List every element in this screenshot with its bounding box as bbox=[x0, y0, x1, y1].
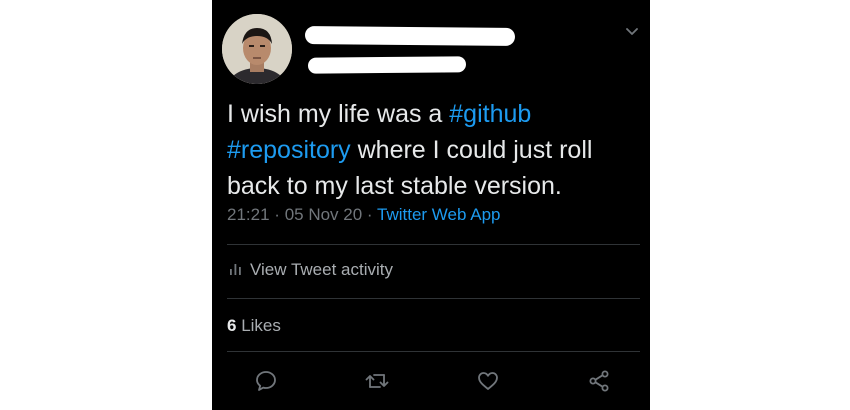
chevron-down-icon[interactable] bbox=[624, 24, 640, 40]
tweet-source-link[interactable]: Twitter Web App bbox=[377, 205, 500, 224]
activity-label: View Tweet activity bbox=[250, 260, 393, 279]
meta-separator: · bbox=[366, 205, 373, 224]
tweet-text-line-3: back to my last stable version. bbox=[227, 168, 637, 204]
tweet-text-segment: where I could just roll bbox=[350, 136, 593, 164]
divider bbox=[227, 298, 640, 299]
tweet-text: I wish my life was a #github #repository… bbox=[227, 96, 637, 204]
bar-chart-icon bbox=[229, 260, 242, 280]
heart-icon bbox=[476, 369, 500, 398]
tweet-text-segment: back to my last stable version. bbox=[227, 172, 562, 200]
redacted-display-name bbox=[304, 26, 516, 46]
retweet-button[interactable] bbox=[363, 369, 391, 397]
retweet-icon bbox=[364, 369, 390, 398]
reply-icon bbox=[254, 369, 278, 398]
tweet-meta: 21:21 · 05 Nov 20 · Twitter Web App bbox=[227, 205, 500, 225]
divider bbox=[227, 244, 640, 245]
like-button[interactable] bbox=[474, 369, 502, 397]
tweet-text-line-2: #repository where I could just roll bbox=[227, 132, 637, 168]
reply-button[interactable] bbox=[252, 369, 280, 397]
avatar[interactable] bbox=[222, 14, 292, 84]
tweet-date[interactable]: 05 Nov 20 bbox=[285, 205, 363, 224]
hashtag-link[interactable]: #repository bbox=[227, 136, 351, 164]
redacted-username bbox=[307, 56, 467, 74]
likes-count: 6 bbox=[227, 316, 237, 335]
share-button[interactable] bbox=[585, 369, 613, 397]
meta-separator: · bbox=[274, 205, 280, 224]
likes-link[interactable]: 6 Likes bbox=[227, 316, 281, 336]
tweet-text-segment: I wish my life was a bbox=[227, 100, 450, 128]
share-icon bbox=[587, 369, 611, 398]
tweet-time[interactable]: 21:21 bbox=[227, 205, 270, 224]
hashtag-link[interactable]: #github bbox=[449, 100, 531, 128]
tweet-text-line-1: I wish my life was a #github bbox=[227, 96, 637, 132]
view-tweet-activity-link[interactable]: View Tweet activity bbox=[229, 260, 393, 280]
likes-label: Likes bbox=[241, 316, 281, 335]
divider bbox=[227, 351, 640, 352]
